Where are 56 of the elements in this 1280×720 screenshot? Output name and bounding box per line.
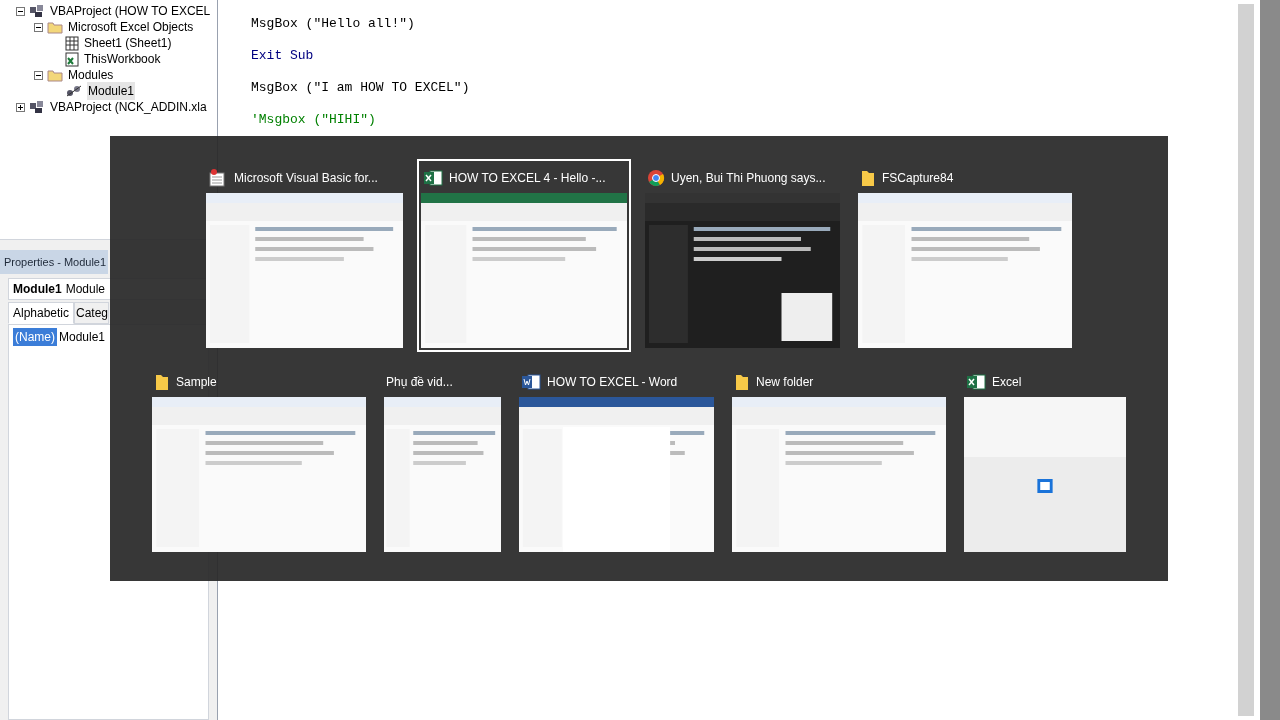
- module-icon: [65, 84, 83, 98]
- document-app-icon: [521, 373, 541, 391]
- browser-icon: [647, 169, 665, 187]
- window-thumbnail[interactable]: Uyen, Bui Thi Phuong says...: [641, 159, 844, 352]
- folder-icon: [47, 20, 63, 34]
- window-thumbnail[interactable]: New folder: [728, 363, 950, 556]
- vertical-scrollbar[interactable]: [1238, 4, 1254, 716]
- properties-title: Properties - Module1: [0, 250, 108, 274]
- folder-icon: [860, 169, 876, 187]
- tree-item[interactable]: Sheet1 (Sheet1): [83, 34, 173, 52]
- window-title: Microsoft Visual Basic for...: [234, 170, 378, 187]
- properties-tab[interactable]: Alphabetic: [8, 302, 74, 324]
- folder-icon: [734, 373, 750, 391]
- project-icon: [29, 4, 45, 18]
- code-line: Exit Sub: [251, 47, 315, 65]
- tree-item[interactable]: Modules: [67, 66, 115, 84]
- property-name[interactable]: (Name): [13, 328, 57, 346]
- window-thumbnail[interactable]: HOW TO EXCEL 4 - Hello -...: [417, 159, 631, 352]
- window-title: New folder: [756, 374, 814, 391]
- object-type: Module: [65, 281, 106, 298]
- window-thumbnail[interactable]: Microsoft Visual Basic for...: [202, 159, 407, 352]
- tree-item[interactable]: ThisWorkbook: [83, 50, 162, 68]
- collapse-toggle[interactable]: [34, 70, 43, 80]
- window-thumbnail[interactable]: HOW TO EXCEL - Word: [515, 363, 718, 556]
- window-title: HOW TO EXCEL - Word: [547, 374, 678, 391]
- code-line: MsgBox ("I am HOW TO EXCEL"): [251, 79, 471, 97]
- workbook-icon: [65, 51, 79, 67]
- window-thumbnail[interactable]: Sample: [148, 363, 370, 556]
- tree-item[interactable]: VBAProject (HOW TO EXCEL: [49, 2, 212, 20]
- property-value: Module1: [58, 329, 107, 346]
- properties-tab[interactable]: Categ: [74, 302, 109, 324]
- code-line: 'Msgbox ("HIHI"): [251, 111, 377, 129]
- collapse-toggle[interactable]: [34, 22, 43, 32]
- expand-toggle[interactable]: [16, 102, 25, 112]
- folder-icon: [47, 68, 63, 82]
- window-title: Phụ đề vid...: [386, 374, 453, 391]
- window-title: HOW TO EXCEL 4 - Hello -...: [449, 170, 606, 187]
- spreadsheet-app-icon: [423, 169, 443, 187]
- vba-app-icon: [208, 168, 228, 188]
- tree-item[interactable]: Module1: [87, 82, 136, 100]
- window-thumbnail[interactable]: Excel: [960, 363, 1130, 556]
- window-title: FSCapture84: [882, 170, 954, 187]
- folder-icon: [154, 373, 170, 391]
- spreadsheet-app-icon: [966, 373, 986, 391]
- code-line: MsgBox ("Hello all!"): [251, 15, 416, 33]
- collapse-toggle[interactable]: [16, 6, 25, 16]
- tree-item[interactable]: Microsoft Excel Objects: [67, 18, 195, 36]
- window-title: Sample: [176, 374, 217, 391]
- sheet-icon: [65, 35, 79, 51]
- window-thumbnail[interactable]: Phụ đề vid...: [380, 363, 505, 556]
- window-title: Uyen, Bui Thi Phuong says...: [671, 170, 826, 187]
- project-icon: [29, 100, 45, 114]
- window-thumbnail[interactable]: FSCapture84: [854, 159, 1076, 352]
- object-name: Module1: [13, 281, 62, 298]
- tree-item[interactable]: VBAProject (NCK_ADDIN.xla: [49, 98, 208, 116]
- window-title: Excel: [992, 374, 1022, 391]
